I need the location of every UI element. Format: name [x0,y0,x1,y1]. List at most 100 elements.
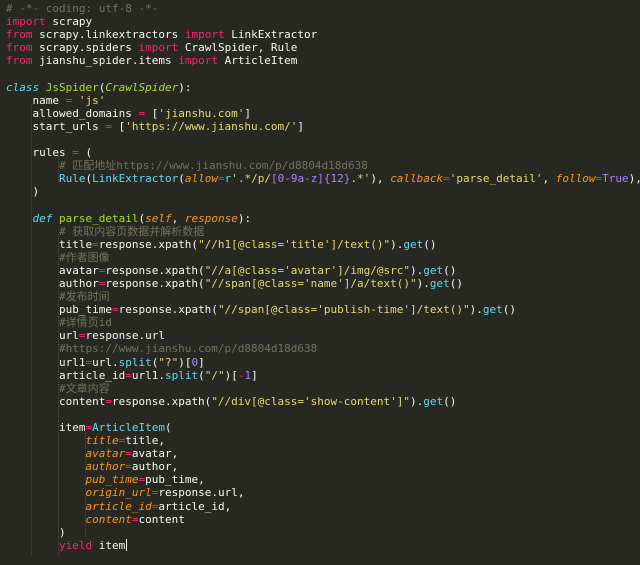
code-token-default: response.xpath( [105,263,205,277]
code-token-default: pub_time, [145,473,205,487]
code-token-default: ArticleItem [217,54,298,68]
code-token-default: item [92,538,126,552]
code-token-default: () [443,263,457,277]
code-token-default: ( [164,421,172,434]
code-token-storage: class [6,80,40,94]
code-token-default: ). [410,394,424,408]
code-token-default: ). [390,237,404,251]
code-token-parameter: follow [555,172,596,186]
code-token-storage: Rule [58,172,86,186]
code-token-default: ), [370,172,391,186]
code-line: avatar=avatar, [6,447,640,460]
code-token-string: "//span[@class='name']/a/text()" [204,276,417,290]
code-token-keyword: import [178,54,218,68]
code-token-storage: ArticleItem [92,421,165,434]
code-token-default: start_urls [6,119,106,133]
code-token-default [39,81,46,94]
code-token-default: () [502,303,516,317]
code-content[interactable]: # -*- coding: utf-8 -*- import scrapy from… [6,2,640,552]
code-line: url1=url.split("?")[0] [6,356,640,369]
code-line: Rule(LinkExtractor(allow=r'.*/p/[0-9a-z]… [6,172,640,185]
code-token-keyword: = [72,146,79,160]
code-token-default: )[ [178,355,192,369]
code-token-default: ( [178,172,185,186]
code-line: from jianshu_spider.items import Article… [6,54,640,67]
code-token-default: title, [125,434,165,448]
code-line: # -*- coding: utf-8 -*- [6,2,640,15]
code-token-default: content [6,394,106,408]
code-editor[interactable]: # -*- coding: utf-8 -*- import scrapy from… [0,0,640,565]
code-token-comment: #https://www.jianshu.com/p/d8804d18d638 [6,342,318,356]
code-line: content=response.xpath("//div[@class='sh… [6,395,640,408]
code-token-default: ] [244,106,252,120]
code-token-default: url1 [6,355,86,369]
code-token-default: , [542,172,556,186]
code-token-default: name [6,93,66,107]
code-token-default: response.url, [158,486,245,500]
code-line: #https://www.jianshu.com/p/d8804d18d638 [6,342,640,355]
code-token-keyword: import [138,41,179,55]
code-token-default: url1. [131,368,165,382]
code-token-default: item [6,421,86,434]
code-token-comment: # 匹配地址https://www.jianshu.com/p/d8804d18… [6,159,368,173]
code-token-function: CrawlSpider [105,80,179,94]
code-token-default [6,473,85,486]
code-token-parameter: origin_url [85,486,152,500]
code-token-default: ): [178,80,192,94]
code-token-default: ). [416,276,430,290]
code-token-string: "?" [158,355,179,369]
code-token-default: scrapy [45,15,93,29]
code-token-string: 'parse_detail' [449,172,543,186]
code-token-parameter: article_id [85,499,152,513]
code-token-string: "//div[@class='show-content']" [211,394,410,408]
code-token-function: JsSpider [45,80,99,94]
code-token-string: "/" [204,368,225,382]
code-token-keyword: yield [6,538,93,552]
code-line: ) [6,185,640,198]
code-line: title=response.xpath("//h1[@class='title… [6,238,640,251]
code-token-default: jianshu_spider.items [32,54,179,68]
code-token-default: [ [111,119,126,133]
code-token-default: rules [6,146,73,160]
code-token-default: response.xpath( [98,237,199,251]
code-token-default: response.xpath( [105,276,205,290]
code-token-default [72,94,79,107]
code-token-default: () [449,276,463,290]
code-token-parameter: callback [390,172,444,186]
code-token-default: content [138,512,185,526]
code-token-default: article_id [6,368,126,382]
code-token-default: url [6,329,79,343]
code-token-keyword: = [443,172,450,186]
code-token-number: [0-9a-z]{12} [270,172,351,186]
code-token-default: response.xpath( [111,394,212,408]
code-line: origin_url=response.url, [6,486,640,499]
code-line: title=title, [6,434,640,447]
code-line: start_urls = ['https://www.jianshu.com/'… [6,120,640,133]
code-token-default: ). [410,263,424,277]
code-token-parameter: avatar [85,447,126,461]
code-token-default: article_id, [158,499,232,513]
code-line: name = 'js' [6,94,640,107]
code-token-default [6,500,85,513]
code-token-comment: # 获取内容页数据并解析数据 [6,224,205,238]
code-token-default: author [6,276,99,290]
code-token-function: parse_detail [58,211,139,225]
code-token-default: ( [198,368,205,382]
code-token-default: url. [92,355,119,369]
code-token-keyword: = [111,303,119,317]
code-token-string: '.*/p/ [231,172,271,186]
code-token-keyword: = [217,172,225,186]
code-token-default: response.xpath( [118,303,218,317]
code-token-keyword: from [6,41,33,55]
code-token-comment: # -*- coding: utf-8 -*- [6,2,159,15]
code-token-default: response.url [85,329,165,343]
code-line: url=response.url [6,329,640,342]
code-line: author=author, [6,460,640,473]
code-token-storage: def [6,211,53,225]
code-line: avatar=response.xpath("//a[@class='avata… [6,264,640,277]
code-token-storage: split [118,355,152,369]
